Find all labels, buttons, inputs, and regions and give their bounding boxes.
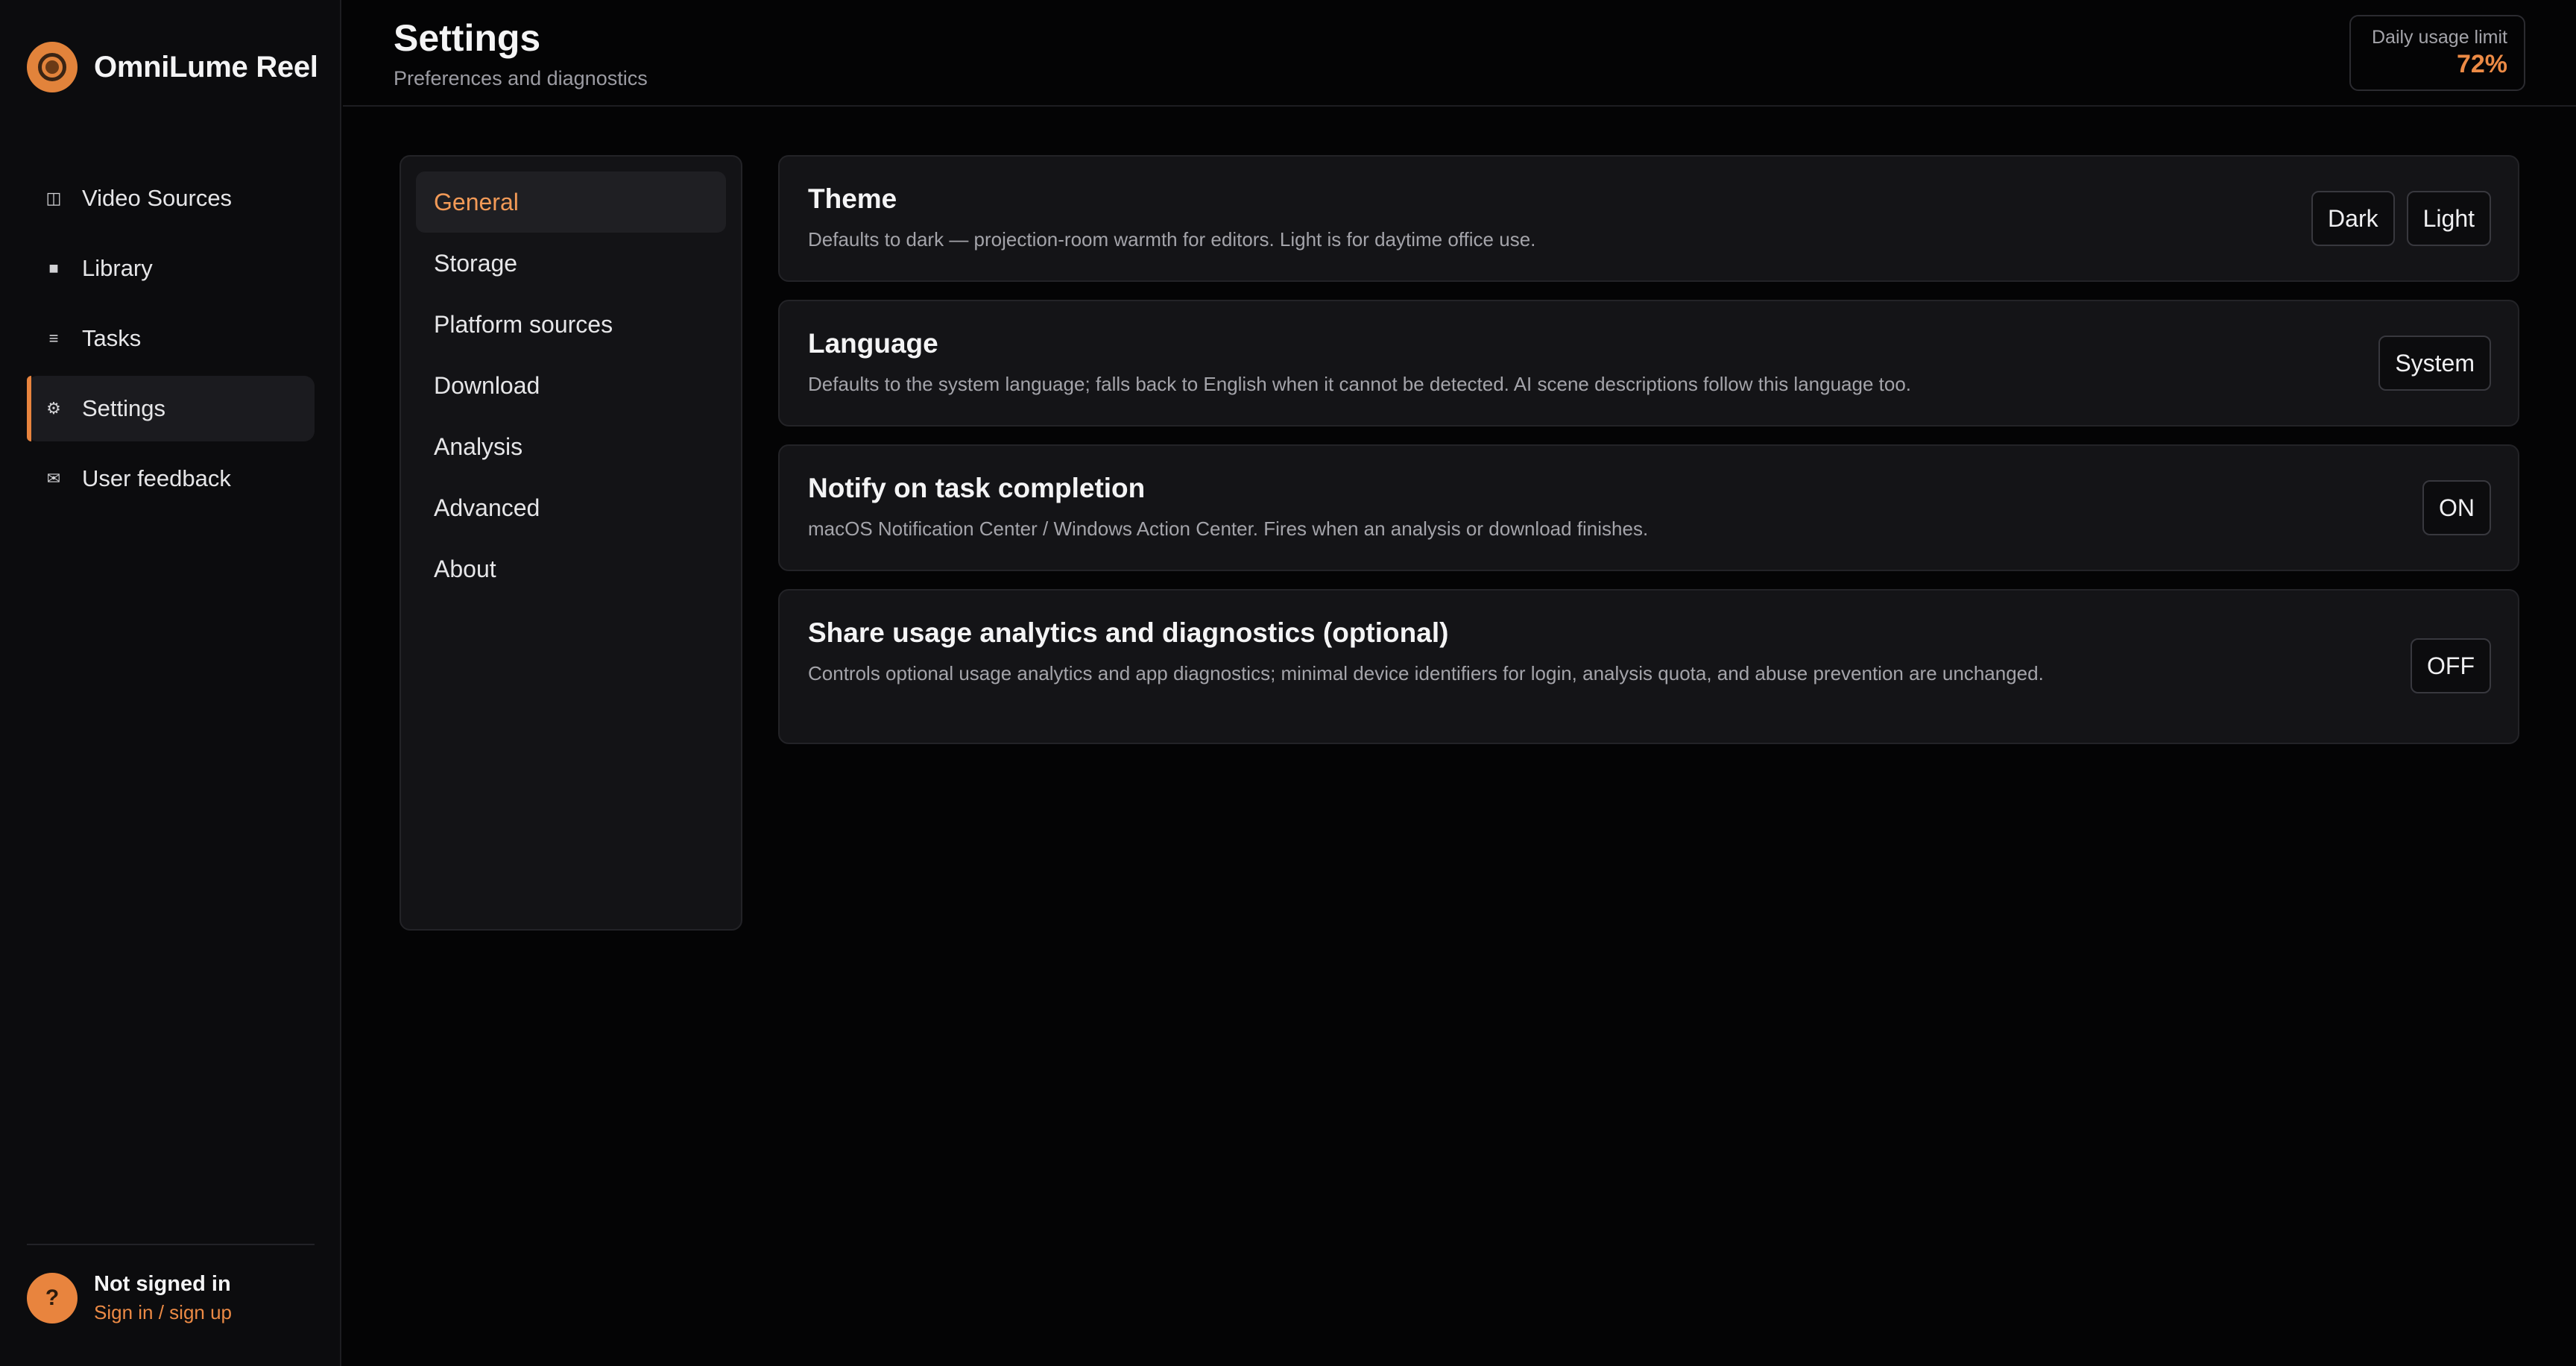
notify-description: macOS Notification Center / Windows Acti… — [808, 517, 1649, 540]
settings-tab-storage[interactable]: Storage — [416, 233, 726, 294]
user-account: ? Not signed in Sign in / sign up — [27, 1272, 232, 1324]
settings-panel: Theme Defaults to dark — projection-room… — [778, 155, 2519, 762]
usage-limit-label: Daily usage limit — [2371, 27, 2507, 48]
sidebar-item-library[interactable]: ■ Library — [27, 236, 315, 301]
settings-tab-about[interactable]: About — [416, 538, 726, 599]
app-logo-icon — [27, 42, 78, 92]
sidebar-item-user-feedback[interactable]: ✉ User feedback — [27, 446, 315, 512]
page-title: Settings — [394, 17, 541, 59]
analytics-setting-card: Share usage analytics and diagnostics (o… — [778, 589, 2519, 744]
app-name: OmniLume Reel — [94, 50, 318, 84]
sidebar: OmniLume Reel ◫ Video Sources ■ Library … — [0, 0, 341, 1366]
brand: OmniLume Reel — [27, 42, 318, 92]
sidebar-item-label: User feedback — [82, 465, 231, 491]
analytics-description: Controls optional usage analytics and ap… — [808, 662, 2044, 684]
settings-tab-general[interactable]: General — [416, 171, 726, 233]
theme-light-button[interactable]: Light — [2406, 191, 2491, 246]
usage-limit-value: 72% — [2456, 50, 2507, 78]
usage-limit-badge: Daily usage limit 72% — [2349, 15, 2525, 91]
settings-tab-advanced[interactable]: Advanced — [416, 477, 726, 538]
app-window: OmniLume Reel ◫ Video Sources ■ Library … — [0, 0, 2576, 1366]
theme-setting-card: Theme Defaults to dark — projection-room… — [778, 155, 2519, 282]
sidebar-item-label: Video Sources — [82, 185, 233, 211]
settings-category-menu: General Storage Platform sources Downloa… — [400, 155, 742, 931]
sidebar-item-label: Tasks — [82, 325, 142, 351]
library-icon: ■ — [48, 259, 59, 277]
analytics-toggle[interactable]: OFF — [2411, 638, 2491, 693]
page-subtitle: Preferences and diagnostics — [394, 67, 648, 89]
sign-in-status: Not signed in — [94, 1272, 231, 1296]
theme-title: Theme — [808, 183, 897, 214]
avatar[interactable]: ? — [27, 1273, 78, 1323]
notify-toggle[interactable]: ON — [2422, 480, 2491, 535]
notify-setting-card: Notify on task completion macOS Notifica… — [778, 444, 2519, 571]
language-description: Defaults to the system language; falls b… — [808, 373, 1912, 395]
mail-icon: ✉ — [46, 469, 61, 488]
language-title: Language — [808, 328, 938, 359]
sidebar-item-settings[interactable]: ⚙ Settings — [27, 376, 315, 441]
sidebar-item-label: Library — [82, 255, 153, 281]
settings-tab-analysis[interactable]: Analysis — [416, 416, 726, 477]
language-select[interactable]: System — [2378, 336, 2491, 391]
page-header: Settings Preferences and diagnostics Dai… — [343, 0, 2576, 107]
settings-tab-platform-sources[interactable]: Platform sources — [416, 294, 726, 355]
gear-icon: ⚙ — [46, 399, 61, 418]
language-setting-card: Language Defaults to the system language… — [778, 300, 2519, 427]
theme-description: Defaults to dark — projection-room warmt… — [808, 228, 1536, 251]
video-sources-icon: ◫ — [45, 189, 62, 207]
tasks-icon: ≡ — [48, 329, 59, 347]
sign-in-link[interactable]: Sign in / sign up — [94, 1301, 232, 1324]
sidebar-divider — [27, 1244, 315, 1245]
sidebar-item-label: Settings — [82, 395, 166, 421]
notify-title: Notify on task completion — [808, 473, 1146, 503]
theme-dark-button[interactable]: Dark — [2311, 191, 2395, 246]
analytics-title: Share usage analytics and diagnostics (o… — [808, 617, 1449, 648]
settings-tab-download[interactable]: Download — [416, 355, 726, 416]
sidebar-nav: ◫ Video Sources ■ Library ≡ Tasks ⚙ Sett… — [27, 166, 315, 516]
sidebar-item-video-sources[interactable]: ◫ Video Sources — [27, 166, 315, 231]
sidebar-item-tasks[interactable]: ≡ Tasks — [27, 306, 315, 371]
